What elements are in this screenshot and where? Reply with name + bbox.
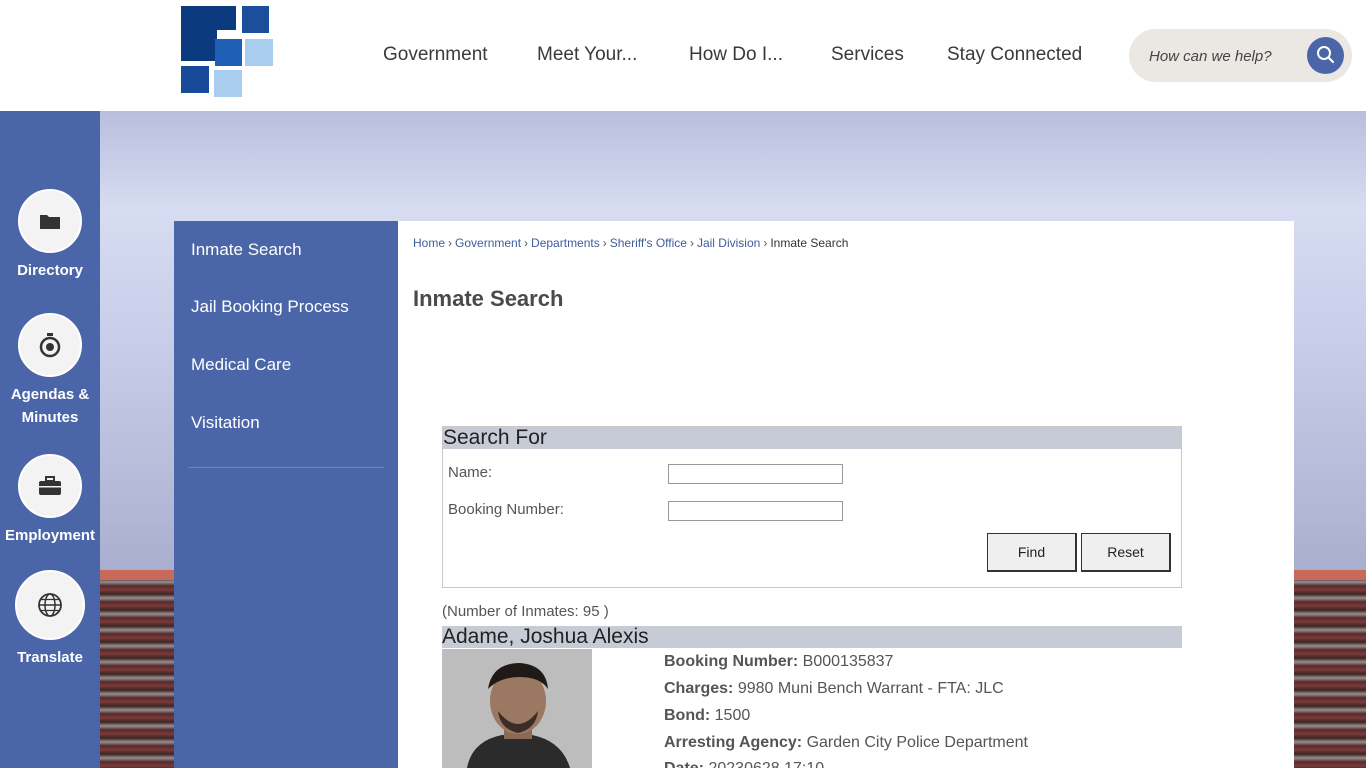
subnav-divider [188, 467, 384, 468]
charges-row: Charges: 9980 Muni Bench Warrant - FTA: … [664, 680, 1004, 698]
bond-key: Bond: [664, 707, 711, 724]
inmate-name-header: Adame, Joshua Alexis [442, 626, 1182, 648]
rail-label: Translate [17, 649, 83, 666]
find-button[interactable]: Find [987, 533, 1077, 572]
mugshot-image [442, 649, 592, 768]
site-header: Government Meet Your... How Do I... Serv… [0, 0, 1366, 111]
nav-meet-your[interactable]: Meet Your... [537, 44, 637, 66]
reset-button[interactable]: Reset [1081, 533, 1171, 572]
date-row: Date: 20230628 17:10 [664, 760, 824, 768]
subnav-medical-care[interactable]: Medical Care [191, 355, 291, 375]
name-input[interactable] [668, 464, 843, 484]
rail-label: Agendas & Minutes [10, 386, 90, 426]
name-label: Name: [448, 464, 493, 481]
inmate-mugshot [442, 649, 592, 768]
site-search [1129, 29, 1352, 82]
main-content: Home › Government › Departments › Sheriff's Of… [398, 221, 1294, 768]
search-input[interactable] [1149, 45, 1299, 67]
breadcrumb-government[interactable]: Government [455, 236, 521, 250]
date-key: Date: [664, 760, 704, 768]
subnav-jail-booking[interactable]: Jail Booking Process [191, 297, 349, 317]
date-value: 20230628 17:10 [708, 760, 824, 768]
nav-how-do-i[interactable]: How Do I... [689, 44, 783, 66]
subnav-visitation[interactable]: Visitation [191, 413, 260, 433]
nav-stay-connected[interactable]: Stay Connected [947, 44, 1082, 66]
rail-item-directory[interactable]: Directory [0, 189, 100, 282]
breadcrumb-jail-division[interactable]: Jail Division [697, 236, 760, 250]
rail-label: Directory [17, 262, 83, 279]
breadcrumb-sheriffs-office[interactable]: Sheriff's Office [610, 236, 687, 250]
breadcrumb-home[interactable]: Home [413, 236, 445, 250]
search-button[interactable] [1307, 37, 1344, 74]
breadcrumb-sep: › [602, 236, 607, 250]
nav-services[interactable]: Services [831, 44, 904, 66]
quick-links-rail: Directory Agendas & Minutes Employment T… [0, 111, 100, 768]
subnav-inmate-search[interactable]: Inmate Search [191, 240, 302, 260]
rail-circle [18, 189, 82, 253]
breadcrumb-sep: › [524, 236, 529, 250]
arresting-agency-key: Arresting Agency: [664, 734, 803, 751]
booking-number-input[interactable] [668, 501, 843, 521]
booking-number-key: Booking Number: [664, 653, 799, 670]
rail-label: Employment [4, 527, 95, 544]
booking-number-label: Booking Number: [448, 501, 564, 518]
stopwatch-icon [39, 333, 61, 358]
breadcrumb-departments[interactable]: Departments [531, 236, 600, 250]
arresting-agency-value: Garden City Police Department [806, 734, 1028, 751]
breadcrumb-current: Inmate Search [770, 236, 849, 250]
section-subnav: Inmate Search Jail Booking Process Medic… [174, 221, 398, 768]
bond-value: 1500 [714, 707, 751, 724]
arresting-agency-row: Arresting Agency: Garden City Police Dep… [664, 734, 1028, 752]
rail-item-employment[interactable]: Employment [0, 454, 100, 547]
search-icon [1317, 46, 1335, 64]
rail-circle [18, 454, 82, 518]
inmate-search-form: Search For Name: Booking Number: Find Re… [442, 426, 1182, 588]
breadcrumb-sep: › [448, 236, 453, 250]
folder-icon [40, 215, 60, 229]
nav-government[interactable]: Government [383, 44, 488, 66]
breadcrumb-sep: › [763, 236, 768, 250]
briefcase-icon [39, 476, 61, 495]
rail-circle [18, 313, 82, 377]
charges-key: Charges: [664, 680, 734, 697]
charges-value: 9980 Muni Bench Warrant - FTA: JLC [737, 680, 1004, 697]
bond-row: Bond: 1500 [664, 707, 750, 725]
search-form-header: Search For [443, 427, 1181, 449]
main-nav: Government Meet Your... How Do I... Serv… [0, 44, 1100, 68]
globe-icon [38, 593, 62, 617]
booking-number-row: Booking Number: B000135837 [664, 653, 893, 671]
breadcrumb-sep: › [689, 236, 694, 250]
page-title: Inmate Search [413, 286, 564, 311]
rail-item-translate[interactable]: Translate [0, 570, 100, 669]
booking-number-value: B000135837 [802, 653, 894, 670]
rail-item-agendas[interactable]: Agendas & Minutes [0, 313, 100, 429]
breadcrumb: Home › Government › Departments › Sheriff's Of… [413, 236, 848, 250]
rail-circle [15, 570, 85, 640]
inmate-count: (Number of Inmates: 95 ) [442, 603, 609, 620]
